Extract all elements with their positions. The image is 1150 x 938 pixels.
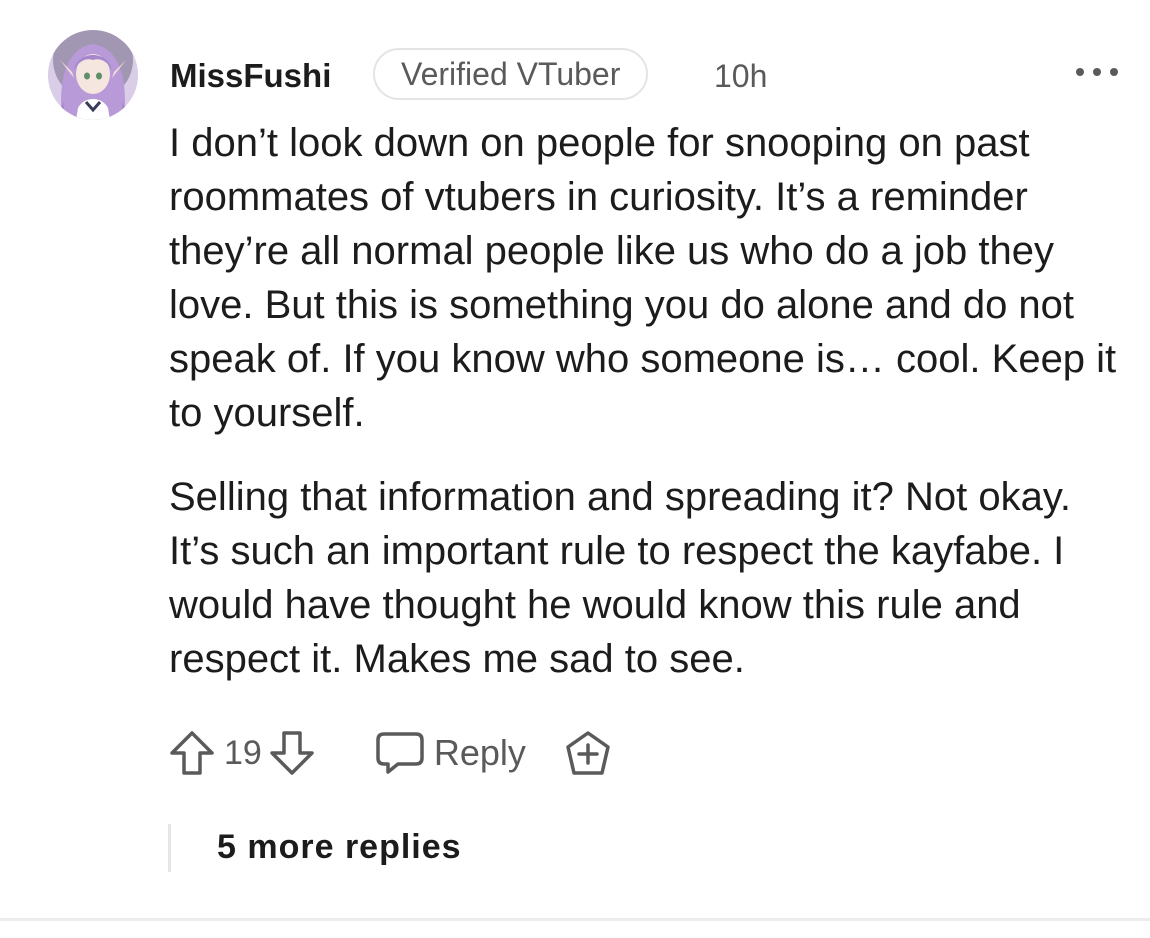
- award-button[interactable]: [564, 729, 612, 777]
- user-flair-badge: Verified VTuber: [373, 48, 649, 100]
- dot: [1076, 68, 1084, 76]
- comment-paragraph-1: I don’t look down on people for snooping…: [169, 121, 1117, 435]
- reply-button[interactable]: Reply: [376, 730, 526, 776]
- thread-line[interactable]: [168, 824, 171, 872]
- dot: [1110, 68, 1118, 76]
- username[interactable]: MissFushi: [170, 56, 331, 96]
- avatar[interactable]: [48, 30, 138, 120]
- more-options-icon[interactable]: [1076, 60, 1118, 84]
- upvote-arrow-icon: [170, 731, 214, 775]
- more-replies-link[interactable]: 5 more replies: [217, 828, 462, 867]
- downvote-button[interactable]: [268, 729, 316, 777]
- divider: [0, 918, 1150, 921]
- vote-count: 19: [224, 733, 262, 772]
- award-plus-icon: [566, 731, 610, 775]
- comment-actions: 19 Reply: [168, 726, 612, 780]
- reply-label: Reply: [433, 732, 526, 773]
- downvote-arrow-icon: [270, 731, 314, 775]
- avatar-image: [48, 30, 138, 120]
- upvote-button[interactable]: [168, 729, 216, 777]
- speech-bubble-icon: [376, 732, 424, 774]
- dot: [1093, 68, 1101, 76]
- comment-timestamp: 10h: [714, 58, 768, 94]
- comment-paragraph-2: Selling that information and spreading i…: [169, 475, 1072, 681]
